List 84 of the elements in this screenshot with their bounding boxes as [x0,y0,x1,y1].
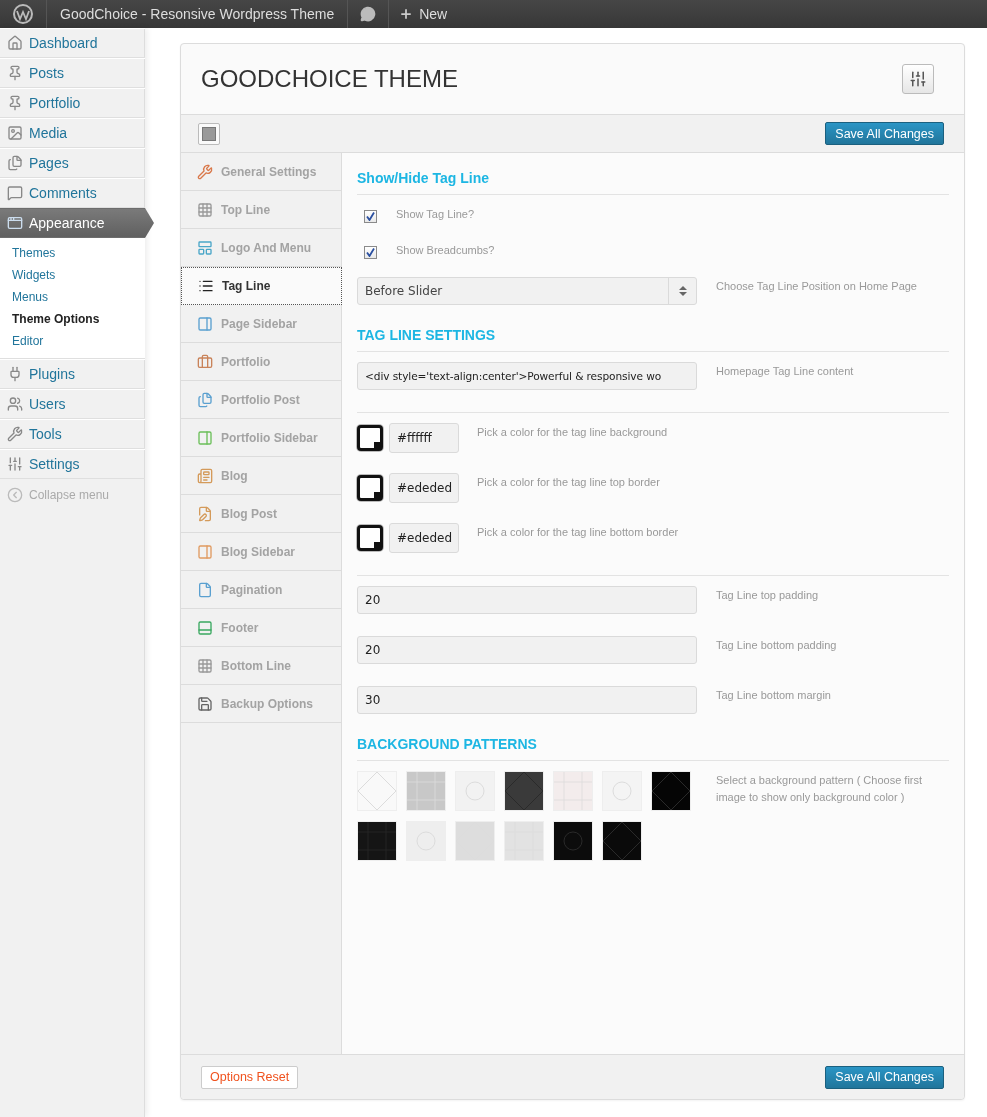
menu-item[interactable]: Tools [0,419,145,449]
submenu-item[interactable]: Menus [0,286,145,308]
checkbox[interactable] [364,246,377,259]
text-field[interactable]: 30 [357,686,697,714]
pin-icon [7,65,23,81]
field-description: Pick a color for the tag line background [476,425,669,440]
house-icon [7,35,23,51]
grid-icon [197,657,213,674]
color-field[interactable]: #ededed [389,523,459,553]
checkbox[interactable] [364,210,377,223]
text-field[interactable]: 20 [357,586,697,614]
reset-button[interactable]: Options Reset [201,1065,299,1089]
pattern-swatch[interactable] [602,821,642,861]
menu-item[interactable]: Users [0,389,145,419]
briefcase-icon [197,353,213,370]
pattern-swatch[interactable] [357,821,397,861]
section-heading: BACKGROUND PATTERNS [357,736,949,761]
pattern-swatch[interactable] [651,771,691,811]
users-icon [7,396,23,412]
sidebar-layout-icon [197,315,213,332]
field-description: Tag Line top padding [716,588,820,603]
grid-icon [197,201,213,218]
plus-icon [399,7,414,21]
pattern-swatch[interactable] [504,771,544,811]
sliders-icon [902,64,934,94]
pages-icon [197,391,213,408]
text-field[interactable]: 20 [357,636,697,664]
wrench-icon [197,163,213,180]
color-swatch[interactable] [357,475,383,501]
section-heading: Show/Hide Tag Line [357,170,949,195]
submenu-item[interactable]: Themes [0,242,145,264]
color-field[interactable]: #ededed [389,473,459,503]
checkbox-label: Show Breadcumbs? [396,244,495,256]
field-description: Tag Line bottom padding [716,638,838,653]
sliders-icon [7,456,23,472]
color-swatch[interactable] [357,425,383,451]
field-description: Homepage Tag Line content [716,364,855,379]
sidebar-layout-icon [197,543,213,560]
submenu-item[interactable]: Theme Options [0,308,145,330]
field-description: Choose Tag Line Position on Home Page [716,279,918,294]
field-description: Pick a color for the tag line bottom border [476,525,680,540]
field-description: Tag Line bottom margin [716,688,832,703]
color-field[interactable]: #ffffff [389,423,459,453]
field-description: Pick a color for the tag line top border [476,475,661,490]
save-button[interactable]: Save All Changes [825,122,944,145]
submenu-item[interactable]: Widgets [0,264,145,286]
menu-item[interactable]: Appearance [0,208,154,238]
checkbox-label: Show Tag Line? [396,208,475,220]
plug-icon [7,366,23,382]
menu-item[interactable]: Pages [0,148,145,178]
submenu-item[interactable]: Editor [0,330,145,352]
speech-bubble-icon [7,185,23,201]
pin-icon [7,95,23,111]
pages-icon [7,155,23,171]
layout-icon [197,239,213,256]
logo-icon[interactable] [13,4,33,24]
menu-item[interactable]: Media [0,118,145,148]
site-title-link[interactable]: GoodChoice - Resonsive Wordpress Theme [60,6,335,22]
position-select[interactable]: Before Slider [357,277,697,305]
menu-item[interactable]: Posts [0,58,145,88]
menu-item[interactable]: Settings [0,449,145,479]
sidebar-layout-icon [197,429,213,446]
image-icon [7,125,23,141]
color-swatch[interactable] [357,525,383,551]
field-description: Select a background pattern ( Choose first image to show only background color ) [716,773,924,805]
menu-item[interactable]: Dashboard [0,28,145,58]
comment-icon[interactable] [360,6,377,22]
list-icon [198,278,214,294]
footer-layout-icon [197,619,213,636]
save-button[interactable]: Save All Changes [825,1065,944,1089]
newspaper-icon [197,467,213,484]
select-arrows-icon [678,285,687,297]
settings-tab[interactable]: Tag Line [181,267,342,305]
wrench-icon [7,426,23,442]
layout-toggle-icon[interactable] [198,122,220,145]
menu-item[interactable]: Plugins [0,359,145,389]
panel-title: GOODCHOICE THEME [201,65,458,93]
window-icon [7,215,23,231]
file-icon [197,581,213,598]
menu-item[interactable]: Portfolio [0,88,145,118]
section-heading: TAG LINE SETTINGS [357,327,949,352]
new-link[interactable]: New [419,6,448,22]
text-field[interactable]: <div style='text-align:center'>Powerful & responsive wo [357,362,697,390]
pen-file-icon [197,505,213,522]
